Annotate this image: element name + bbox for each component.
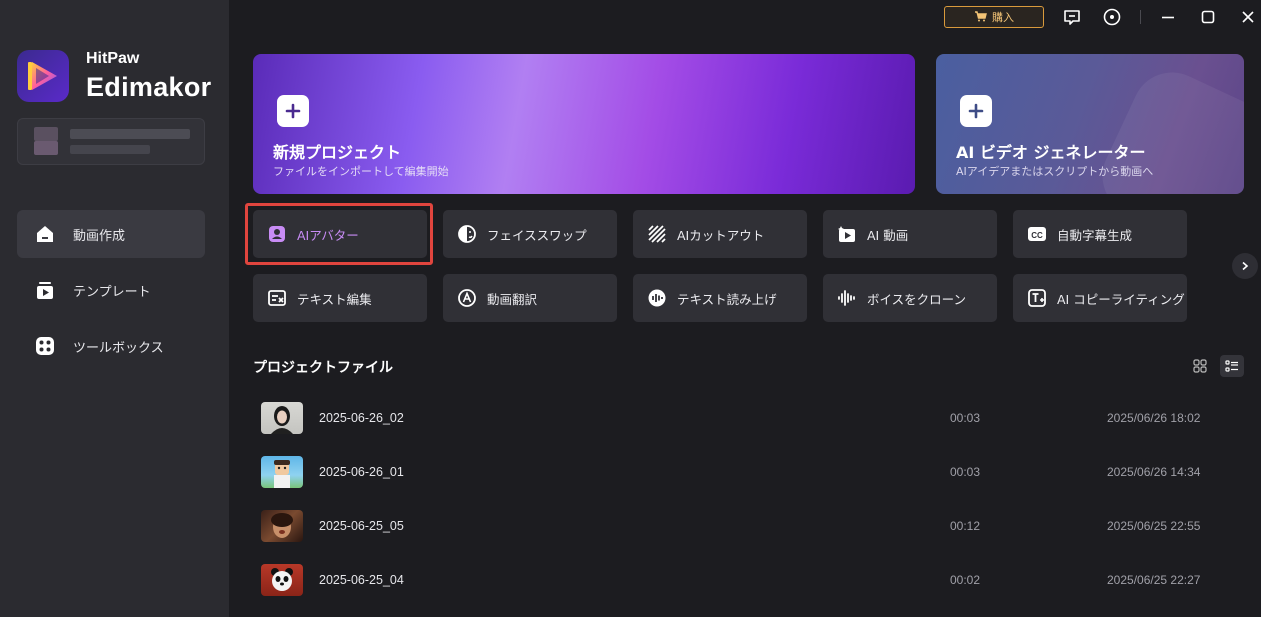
new-project-subtitle: ファイルをインポートして編集開始 — [273, 165, 449, 178]
sidebar-item-toolbox[interactable]: ツールボックス — [17, 322, 205, 370]
edimakor-logo-icon — [17, 50, 69, 102]
file-name: 2025-06-26_02 — [319, 411, 404, 425]
file-name: 2025-06-25_05 — [319, 519, 404, 533]
highlight-annotation — [245, 203, 433, 265]
file-duration: 00:03 — [950, 411, 981, 425]
tool-text-to-speech[interactable]: テキスト読み上げ — [633, 274, 807, 322]
info-icon[interactable] — [1102, 7, 1122, 27]
close-icon[interactable] — [1238, 7, 1258, 27]
tool-label: 自動字幕生成 — [1057, 227, 1133, 243]
ai-video-subtitle: AIアイデアまたはスクリプトから動画へ — [956, 165, 1154, 178]
cc-icon: CC — [1027, 224, 1047, 244]
project-file-row[interactable]: 2025-06-25_05 00:12 2025/06/25 22:55 — [253, 501, 1244, 551]
file-thumbnail — [261, 456, 303, 488]
text-edit-icon — [267, 288, 287, 308]
account-panel[interactable] — [17, 118, 205, 165]
buy-button[interactable]: 購入 — [944, 6, 1044, 28]
tool-video-translate[interactable]: 動画翻訳 — [443, 274, 617, 322]
file-duration: 00:12 — [950, 519, 981, 533]
file-date: 2025/06/26 18:02 — [1107, 411, 1201, 425]
tool-label: フェイススワップ — [487, 227, 587, 243]
file-date: 2025/06/26 14:34 — [1107, 465, 1201, 479]
top-divider — [1140, 10, 1141, 24]
tool-face-swap[interactable]: フェイススワップ — [443, 210, 617, 258]
sidebar-item-template[interactable]: テンプレート — [17, 266, 205, 314]
tool-auto-subtitle[interactable]: CC 自動字幕生成 — [1013, 210, 1187, 258]
tts-icon — [647, 288, 667, 308]
tool-label: テキスト読み上げ — [677, 291, 777, 307]
scroll-right-button[interactable] — [1232, 253, 1258, 279]
svg-text:CC: CC — [1031, 231, 1043, 240]
project-file-row[interactable]: 2025-06-25_04 00:02 2025/06/25 22:27 — [253, 555, 1244, 605]
project-file-row[interactable]: 2025-06-26_02 00:03 2025/06/26 18:02 — [253, 393, 1244, 443]
tool-text-edit[interactable]: テキスト編集 — [253, 274, 427, 322]
file-thumbnail — [261, 510, 303, 542]
new-project-title: 新規プロジェクト — [273, 143, 402, 162]
file-date: 2025/06/25 22:27 — [1107, 573, 1201, 587]
brand-small: HitPaw — [86, 50, 140, 67]
plus-icon — [277, 95, 309, 127]
feedback-icon[interactable] — [1062, 7, 1082, 27]
grid-view-icon — [1193, 359, 1207, 373]
sidebar-item-label: 動画作成 — [73, 228, 126, 244]
buy-label: 購入 — [992, 11, 1014, 24]
tool-label: AIカットアウト — [677, 227, 765, 243]
file-date: 2025/06/25 22:55 — [1107, 519, 1201, 533]
tool-label: テキスト編集 — [297, 291, 372, 307]
cart-icon — [974, 10, 987, 25]
file-duration: 00:02 — [950, 573, 981, 587]
voice-clone-icon — [837, 288, 857, 308]
ai-video-icon — [837, 224, 857, 244]
file-name: 2025-06-25_04 — [319, 573, 404, 587]
file-thumbnail — [261, 564, 303, 596]
minimize-icon[interactable] — [1158, 7, 1178, 27]
list-view-button[interactable] — [1220, 355, 1244, 377]
project-file-row[interactable]: 2025-06-26_01 00:03 2025/06/26 14:34 — [253, 447, 1244, 497]
brand-name: Edimakor — [86, 72, 212, 102]
account-name-redacted — [70, 129, 190, 139]
home-icon — [33, 222, 57, 246]
new-project-card[interactable]: 新規プロジェクト ファイルをインポートして編集開始 — [253, 54, 915, 194]
tool-label: ボイスをクローン — [867, 291, 967, 307]
ai-video-title: AI ビデオ ジェネレーター — [956, 143, 1146, 162]
tool-ai-video[interactable]: AI 動画 — [823, 210, 997, 258]
sidebar: HitPaw Edimakor 動画作成 テンプレート ツールボックス — [0, 0, 229, 617]
file-thumbnail — [261, 402, 303, 434]
cutout-icon — [647, 224, 667, 244]
grid-view-button[interactable] — [1188, 355, 1212, 377]
tool-ai-cutout[interactable]: AIカットアウト — [633, 210, 807, 258]
chevron-right-icon — [1242, 261, 1249, 271]
toolbox-icon — [33, 334, 57, 358]
tool-voice-clone[interactable]: ボイスをクローン — [823, 274, 997, 322]
template-icon — [33, 278, 57, 302]
tool-label: AI コピーライティング — [1057, 291, 1185, 307]
translate-icon — [457, 288, 477, 308]
sidebar-item-label: テンプレート — [73, 284, 151, 300]
plus-icon — [960, 95, 992, 127]
sidebar-item-video-create[interactable]: 動画作成 — [17, 210, 205, 258]
face-swap-icon — [457, 224, 477, 244]
sidebar-item-label: ツールボックス — [73, 340, 164, 356]
ai-video-generator-card[interactable]: AI ビデオ ジェネレーター AIアイデアまたはスクリプトから動画へ — [936, 54, 1244, 194]
list-view-icon — [1225, 360, 1238, 372]
tool-ai-copywriting[interactable]: AI コピーライティング — [1013, 274, 1187, 322]
project-files-title: プロジェクトファイル — [253, 360, 393, 376]
tool-label: 動画翻訳 — [487, 291, 538, 307]
file-name: 2025-06-26_01 — [319, 465, 404, 479]
maximize-icon[interactable] — [1198, 7, 1218, 27]
copywriting-icon — [1027, 288, 1047, 308]
file-duration: 00:03 — [950, 465, 981, 479]
avatar — [34, 127, 58, 141]
tool-label: AI 動画 — [867, 227, 909, 243]
